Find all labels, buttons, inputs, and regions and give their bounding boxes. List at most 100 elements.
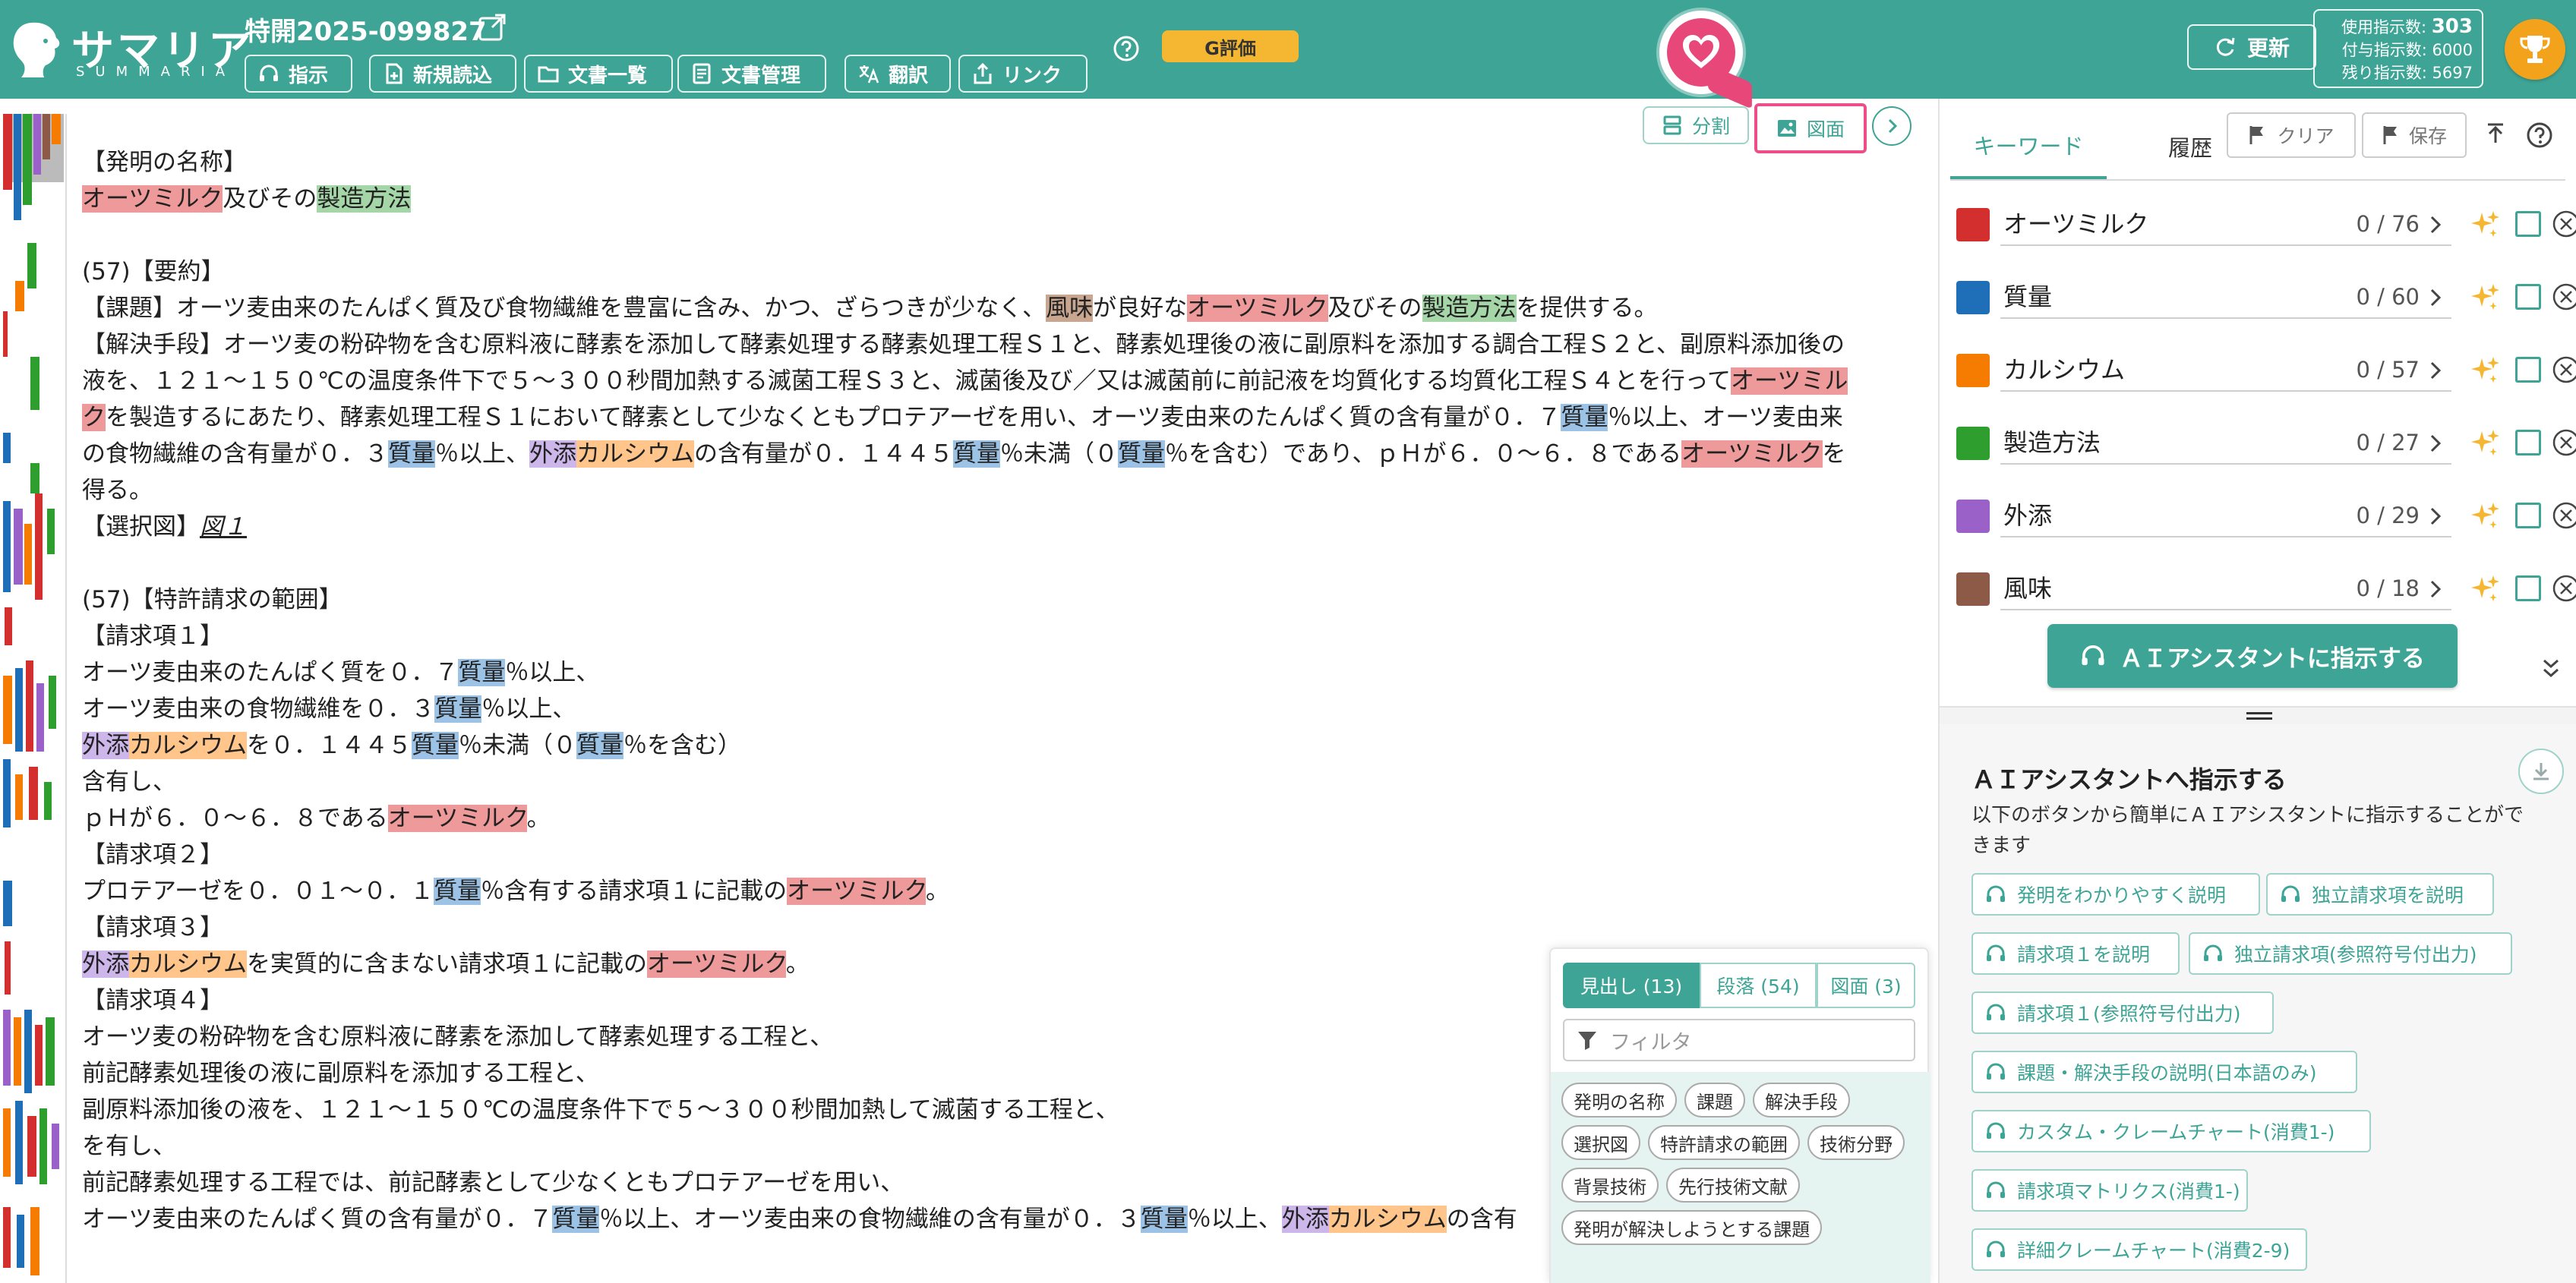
- keyword-highlight[interactable]: 外添: [1281, 1206, 1329, 1233]
- keyword-color-swatch[interactable]: [1956, 354, 1990, 387]
- outline-chip[interactable]: 選択図: [1561, 1125, 1640, 1160]
- doc-list-button[interactable]: 文書一覧: [524, 55, 673, 93]
- keyword-color-swatch[interactable]: [1956, 500, 1990, 533]
- keyword-highlight[interactable]: 外添: [82, 950, 129, 978]
- keyword-checkbox[interactable]: [2515, 211, 2541, 237]
- figure-button[interactable]: 図面: [1754, 103, 1867, 153]
- ai-quick-action-button[interactable]: 請求項１を説明: [1971, 932, 2180, 975]
- keyword-minimap[interactable]: [0, 114, 67, 1283]
- keyword-highlight[interactable]: 質量: [412, 732, 459, 759]
- sparkle-icon[interactable]: [2468, 281, 2502, 314]
- instruct-button[interactable]: 指示: [245, 55, 352, 93]
- outline-chip[interactable]: 発明が解決しようとする課題: [1561, 1210, 1823, 1245]
- app-logo[interactable]: サマリア SUMMARIA: [8, 17, 251, 85]
- keyword-highlight[interactable]: オーツミル: [1731, 367, 1848, 395]
- help-icon[interactable]: [1113, 35, 1140, 62]
- outline-chip[interactable]: 解決手段: [1753, 1083, 1850, 1118]
- save-button[interactable]: 保存: [2362, 112, 2467, 158]
- ai-quick-action-button[interactable]: 独立請求項を説明: [2266, 873, 2494, 916]
- outline-filter-input[interactable]: フィルタ: [1563, 1019, 1915, 1061]
- ai-quick-action-button[interactable]: カスタム・クレームチャート(消費1-): [1971, 1110, 2371, 1152]
- keyword-highlight[interactable]: オーツミルク: [647, 950, 786, 978]
- panel-resizer[interactable]: [1940, 706, 2576, 724]
- collapse-icon[interactable]: [2540, 654, 2562, 682]
- new-read-button[interactable]: 新規読込: [369, 55, 516, 93]
- keyword-checkbox[interactable]: [2515, 503, 2541, 528]
- tab-figures[interactable]: 図面 (3): [1817, 963, 1915, 1008]
- keyword-row[interactable]: 外添 0 / 29: [1956, 483, 2576, 551]
- ai-quick-action-button[interactable]: 課題・解決手段の説明(日本語のみ): [1971, 1051, 2357, 1093]
- download-button[interactable]: [2518, 749, 2564, 794]
- keyword-row[interactable]: オーツミルク 0 / 76: [1956, 191, 2576, 260]
- keyword-highlight[interactable]: カルシウム: [129, 732, 247, 759]
- sparkle-icon[interactable]: [2468, 427, 2502, 460]
- sparkle-icon[interactable]: [2468, 354, 2502, 387]
- keyword-highlight[interactable]: カルシウム: [576, 440, 694, 468]
- ai-quick-action-button[interactable]: 独立請求項(参照符号付出力): [2189, 932, 2512, 975]
- remove-circle-icon[interactable]: [2552, 282, 2576, 311]
- help-icon[interactable]: [2526, 121, 2553, 149]
- ai-quick-action-button[interactable]: 詳細クレームチャート(消費2-9): [1971, 1228, 2307, 1271]
- keyword-checkbox[interactable]: [2515, 357, 2541, 383]
- keyword-checkbox[interactable]: [2515, 575, 2541, 601]
- expand-panel-button[interactable]: [1872, 106, 1911, 146]
- keyword-row[interactable]: 風味 0 / 18: [1956, 556, 2576, 624]
- favorite-button[interactable]: [1659, 11, 1752, 109]
- keyword-highlight[interactable]: カルシウム: [129, 950, 247, 978]
- keyword-color-swatch[interactable]: [1956, 281, 1990, 314]
- keyword-highlight[interactable]: カルシウム: [1328, 1206, 1447, 1233]
- keyword-highlight[interactable]: 製造方法: [1422, 295, 1517, 322]
- tab-headings[interactable]: 見出し (13): [1563, 963, 1700, 1008]
- outline-chip[interactable]: 課題: [1684, 1083, 1745, 1118]
- chevron-right-icon[interactable]: [2424, 574, 2448, 604]
- sparkle-icon[interactable]: [2468, 572, 2502, 606]
- keyword-highlight[interactable]: オーツミルク: [787, 878, 927, 905]
- remove-circle-icon[interactable]: [2552, 355, 2576, 384]
- outline-chip[interactable]: 技術分野: [1807, 1125, 1905, 1160]
- upload-icon[interactable]: [2482, 121, 2509, 149]
- keyword-highlight[interactable]: ク: [82, 404, 106, 431]
- remove-circle-icon[interactable]: [2552, 428, 2576, 457]
- tab-paragraphs[interactable]: 段落 (54): [1700, 963, 1817, 1008]
- ai-quick-action-button[interactable]: 発明をわかりやすく説明: [1971, 873, 2260, 916]
- split-button[interactable]: 分割: [1643, 106, 1749, 144]
- keyword-color-swatch[interactable]: [1956, 208, 1990, 241]
- sparkle-icon[interactable]: [2468, 208, 2502, 241]
- remove-circle-icon[interactable]: [2552, 501, 2576, 530]
- chevron-right-icon[interactable]: [2424, 282, 2448, 313]
- outline-chip[interactable]: 特許請求の範囲: [1648, 1125, 1800, 1160]
- keyword-checkbox[interactable]: [2515, 284, 2541, 310]
- chevron-right-icon[interactable]: [2424, 501, 2448, 531]
- trophy-button[interactable]: [2505, 19, 2565, 80]
- keyword-row[interactable]: カルシウム 0 / 57: [1956, 337, 2576, 405]
- chevron-right-icon[interactable]: [2424, 355, 2448, 386]
- keyword-highlight[interactable]: 外添: [529, 440, 576, 468]
- chevron-right-icon[interactable]: [2424, 428, 2448, 459]
- keyword-highlight[interactable]: 質量: [552, 1206, 600, 1233]
- external-link-icon[interactable]: [477, 12, 507, 43]
- keyword-highlight[interactable]: 風味: [1046, 295, 1094, 322]
- keyword-highlight[interactable]: 質量: [953, 440, 1000, 468]
- chevron-right-icon[interactable]: [2424, 210, 2448, 240]
- keyword-highlight[interactable]: 質量: [576, 732, 623, 759]
- ai-quick-action-button[interactable]: 請求項マトリクス(消費1-): [1971, 1169, 2248, 1212]
- translate-button[interactable]: 翻訳: [844, 55, 951, 93]
- ai-instruct-button[interactable]: ＡＩアシスタントに指示する: [2047, 624, 2458, 688]
- figure-link[interactable]: 図１: [200, 513, 247, 541]
- keyword-highlight[interactable]: 質量: [1118, 440, 1165, 468]
- sparkle-icon[interactable]: [2468, 500, 2502, 533]
- g-eval-button[interactable]: G評価: [1162, 30, 1299, 62]
- keyword-color-swatch[interactable]: [1956, 427, 1990, 460]
- keyword-highlight[interactable]: 質量: [434, 695, 482, 723]
- keyword-checkbox[interactable]: [2515, 430, 2541, 456]
- keyword-highlight[interactable]: オーツミルク: [82, 185, 223, 213]
- keyword-highlight[interactable]: 質量: [1561, 404, 1608, 431]
- tab-keyword[interactable]: キーワード: [1950, 114, 2107, 179]
- keyword-highlight[interactable]: オーツミルク: [387, 805, 527, 832]
- remove-circle-icon[interactable]: [2552, 574, 2576, 603]
- keyword-highlight[interactable]: 質量: [388, 440, 435, 468]
- ai-quick-action-button[interactable]: 請求項１(参照符号付出力): [1971, 991, 2274, 1034]
- doc-manage-button[interactable]: 文書管理: [677, 55, 826, 93]
- update-button[interactable]: 更新: [2187, 24, 2316, 70]
- keyword-highlight[interactable]: オーツミルク: [1187, 295, 1328, 322]
